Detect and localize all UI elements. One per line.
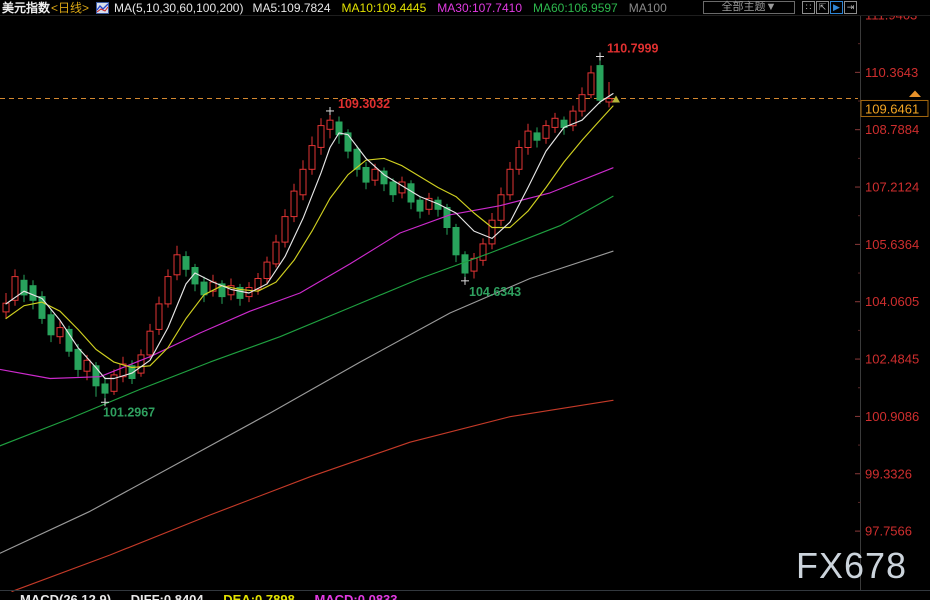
macd-footer: MACD(26,12,9) DIFF:0.8404 DEA:0.7898 MAC… [20,592,414,600]
ma10-value: MA10:109.4445 [342,1,427,15]
svg-text:109.6461: 109.6461 [865,101,919,116]
pane-divider [0,590,930,591]
layout-toolbar: ∷ ⇱ ▶ ⇥ [802,1,857,14]
pane-shift-icon[interactable]: ⇥ [844,1,857,14]
svg-text:110.7999: 110.7999 [607,41,658,55]
diff-value: DIFF:0.8404 [131,592,204,600]
ma60-value: MA60:106.9597 [533,1,618,15]
watermark: FX678 [796,545,907,587]
svg-text:97.7566: 97.7566 [865,524,912,539]
svg-text:104.0605: 104.0605 [865,294,919,309]
price-axis-layer: 111.9403110.3643108.7884107.2124105.6364… [855,8,928,591]
ma30-value: MA30:107.7410 [437,1,522,15]
svg-text:100.9086: 100.9086 [865,409,919,424]
chart-app: 110.7999109.3032104.6343101.2967 111.940… [0,0,930,600]
price-chart-canvas[interactable]: 110.7999109.3032104.6343101.2967 111.940… [0,0,930,600]
pane-play-icon[interactable]: ▶ [830,1,843,14]
macd-config-label: MACD(26,12,9) [20,592,111,600]
theme-dropdown-button[interactable]: 全部主题▼ [703,1,795,14]
svg-text:110.3643: 110.3643 [865,65,918,80]
svg-text:102.4845: 102.4845 [865,352,919,367]
period-selector[interactable]: <日线> [51,0,89,16]
ma5-value: MA5:109.7824 [252,1,330,15]
svg-text:99.3326: 99.3326 [865,466,912,481]
candles-layer [3,57,612,403]
layout-grid-icon[interactable]: ∷ [802,1,815,14]
svg-text:105.6364: 105.6364 [865,237,919,252]
svg-text:109.3032: 109.3032 [338,97,390,111]
svg-text:107.2124: 107.2124 [865,180,919,195]
ma-config-label: MA(5,10,30,60,100,200) [114,1,243,15]
dea-value: DEA:0.7898 [223,592,295,600]
chart-thumbnail-icon [96,2,109,14]
macd-value: MACD:0.0833 [314,592,397,600]
pane-expand-icon[interactable]: ⇱ [816,1,829,14]
svg-text:104.6343: 104.6343 [469,285,521,299]
svg-text:101.2967: 101.2967 [103,405,155,419]
svg-text:108.7884: 108.7884 [865,122,919,137]
symbol-name: 美元指数 [2,0,50,16]
ma100-value: MA100 [629,1,667,15]
